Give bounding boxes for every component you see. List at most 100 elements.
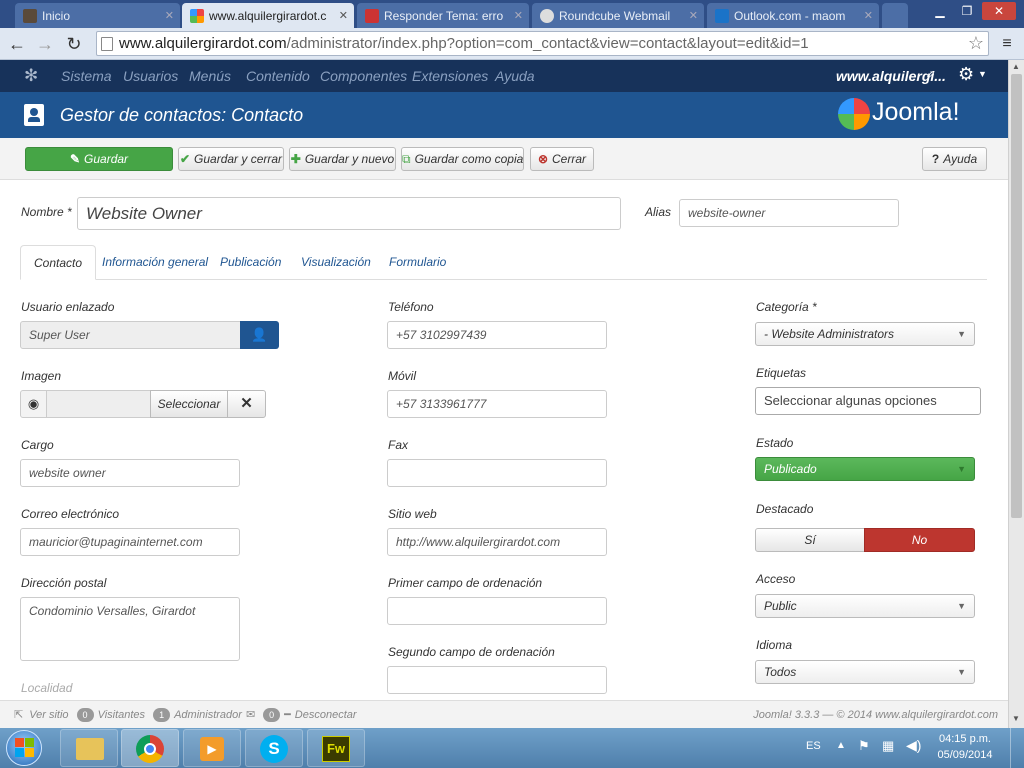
alias-input[interactable]: website-owner — [679, 199, 899, 227]
messages-badge[interactable]: 0 — [263, 707, 281, 722]
menu-componentes[interactable]: Componentes — [320, 60, 407, 92]
save-button[interactable]: ✎ Guardar — [25, 147, 173, 171]
status-select[interactable]: Publicado ▼ — [755, 457, 975, 481]
forward-icon[interactable]: → — [34, 33, 56, 55]
save-copy-button[interactable]: ⧉ Guardar como copia — [401, 147, 524, 171]
save-close-button[interactable]: ✔ Guardar y cerrar — [178, 147, 284, 171]
help-button[interactable]: ? Ayuda — [922, 147, 987, 171]
page-scrollbar[interactable]: ▲ ▼ — [1008, 60, 1024, 728]
language-indicator[interactable]: ES — [806, 740, 821, 752]
close-tab-icon[interactable]: ✕ — [339, 9, 348, 22]
preview-eye-icon[interactable]: ◉ — [20, 390, 47, 418]
menu-extensiones[interactable]: Extensiones — [412, 60, 488, 92]
flag-icon[interactable]: ⚑ — [858, 738, 870, 754]
browser-tab-responder[interactable]: Responder Tema: erro ✕ — [357, 3, 529, 28]
explorer-task[interactable] — [60, 729, 118, 767]
tab-informacion-general[interactable]: Información general — [89, 245, 221, 280]
chrome-task[interactable] — [121, 729, 179, 767]
save-new-button[interactable]: ✚ Guardar y nuevo — [289, 147, 396, 171]
restore-icon[interactable]: ❐ — [955, 2, 979, 20]
bookmark-star-icon[interactable]: ☆ — [968, 32, 984, 55]
email-input[interactable]: mauricior@tupaginainternet.com — [20, 528, 240, 556]
close-tab-icon[interactable]: ✕ — [864, 9, 873, 22]
clear-image-icon[interactable]: ✕ — [227, 390, 266, 418]
clock-time[interactable]: 04:15 p.m. — [934, 733, 996, 745]
browser-tab-inicio[interactable]: Inicio ✕ — [15, 3, 180, 28]
menu-ayuda[interactable]: Ayuda — [495, 60, 535, 92]
image-path-input — [46, 390, 151, 418]
browser-tab-roundcube[interactable]: Roundcube Webmail ✕ — [532, 3, 704, 28]
tab-formulario[interactable]: Formulario — [376, 245, 459, 280]
view-site-link[interactable]: Ver sitio — [29, 709, 68, 721]
featured-yes-button[interactable]: Sí — [755, 528, 865, 552]
email-label: Correo electrónico — [21, 507, 120, 521]
show-hidden-icons-icon[interactable]: ▲ — [836, 740, 846, 751]
scroll-down-icon[interactable]: ▼ — [1012, 714, 1020, 723]
skype-task[interactable]: S — [245, 729, 303, 767]
copy-icon: ⧉ — [402, 152, 411, 166]
reload-icon[interactable]: ↻ — [63, 33, 85, 55]
select-user-button[interactable]: 👤 — [240, 321, 279, 349]
chevron-down-icon: ▼ — [978, 69, 987, 79]
close-tab-icon[interactable]: ✕ — [165, 9, 174, 22]
status-label: Estado — [756, 436, 794, 450]
tab-contacto[interactable]: Contacto — [20, 245, 97, 280]
joomla-logo-icon[interactable]: ✻ — [24, 66, 38, 86]
tags-label: Etiquetas — [756, 366, 807, 380]
name-input[interactable]: Website Owner — [77, 197, 621, 230]
home-favicon-icon — [23, 8, 37, 23]
outlook-favicon-icon — [715, 8, 729, 23]
category-select[interactable]: - Website Administrators ▼ — [755, 322, 975, 346]
volume-icon[interactable]: ◀) — [906, 737, 921, 754]
language-select[interactable]: Todos ▼ — [755, 660, 975, 684]
skype-icon: S — [260, 735, 288, 763]
position-input[interactable]: website owner — [20, 459, 240, 487]
plus-icon: ✚ — [290, 152, 301, 166]
close-tab-icon[interactable]: ✕ — [689, 9, 698, 22]
browser-tab-alquilergirardot[interactable]: www.alquilergirardot.c ✕ — [182, 3, 354, 28]
menu-menus[interactable]: Menús — [189, 60, 231, 92]
external-link-icon: ⇗ — [926, 69, 936, 81]
website-input[interactable]: http://www.alquilergirardot.com — [387, 528, 607, 556]
address-textarea[interactable]: Condominio Versalles, Girardot — [20, 597, 240, 661]
media-player-task[interactable]: ▶ — [183, 729, 241, 767]
start-button[interactable] — [6, 730, 42, 766]
close-window-icon[interactable]: ✕ — [982, 2, 1016, 20]
close-button[interactable]: ⊗ Cerrar — [530, 147, 594, 171]
sort1-input[interactable] — [387, 597, 607, 625]
network-icon[interactable]: ▦ — [882, 738, 894, 754]
scroll-up-icon[interactable]: ▲ — [1012, 62, 1020, 71]
chrome-menu-icon[interactable]: ≡ — [996, 33, 1018, 55]
fireworks-icon: Fw — [322, 736, 350, 762]
browser-tab-bar: Inicio ✕ www.alquilergirardot.c ✕ Respon… — [0, 0, 1024, 28]
tab-visualizacion[interactable]: Visualización — [288, 245, 384, 280]
select-image-button[interactable]: Seleccionar — [150, 390, 228, 418]
access-select[interactable]: Public ▼ — [755, 594, 975, 618]
gear-icon[interactable]: ⚙ — [958, 64, 974, 85]
joomla-status-bar: ⇱ Ver sitio 0 Visitantes 1 Administrador… — [0, 700, 1008, 728]
featured-no-button[interactable]: No — [864, 528, 975, 552]
new-tab-button[interactable] — [882, 3, 908, 28]
back-icon[interactable]: ← — [6, 33, 28, 55]
image-label: Imagen — [21, 369, 62, 383]
menu-sistema[interactable]: Sistema — [61, 60, 112, 92]
fax-input[interactable] — [387, 459, 607, 487]
tags-input[interactable]: Seleccionar algunas opciones — [755, 387, 981, 415]
address-bar[interactable]: www.alquilergirardot.com/administrator/i… — [96, 31, 989, 56]
menu-contenido[interactable]: Contenido — [246, 60, 310, 92]
browser-toolbar: ← → ↻ www.alquilergirardot.com/administr… — [0, 28, 1024, 60]
mobile-input[interactable]: +57 3133961777 — [387, 390, 607, 418]
minimize-icon[interactable]: ▁ — [928, 2, 952, 20]
clock-date[interactable]: 05/09/2014 — [934, 749, 996, 761]
sort2-input[interactable] — [387, 666, 607, 694]
show-desktop-button[interactable] — [1010, 728, 1024, 768]
scroll-thumb[interactable] — [1011, 74, 1022, 518]
logout-link[interactable]: Desconectar — [295, 709, 357, 721]
tab-publicacion[interactable]: Publicación — [207, 245, 294, 280]
close-tab-icon[interactable]: ✕ — [514, 9, 523, 22]
fireworks-task[interactable]: Fw — [307, 729, 365, 767]
menu-usuarios[interactable]: Usuarios — [123, 60, 178, 92]
visitors-badge: 0 — [76, 707, 94, 722]
browser-tab-outlook[interactable]: Outlook.com - maom ✕ — [707, 3, 879, 28]
phone-input[interactable]: +57 3102997439 — [387, 321, 607, 349]
